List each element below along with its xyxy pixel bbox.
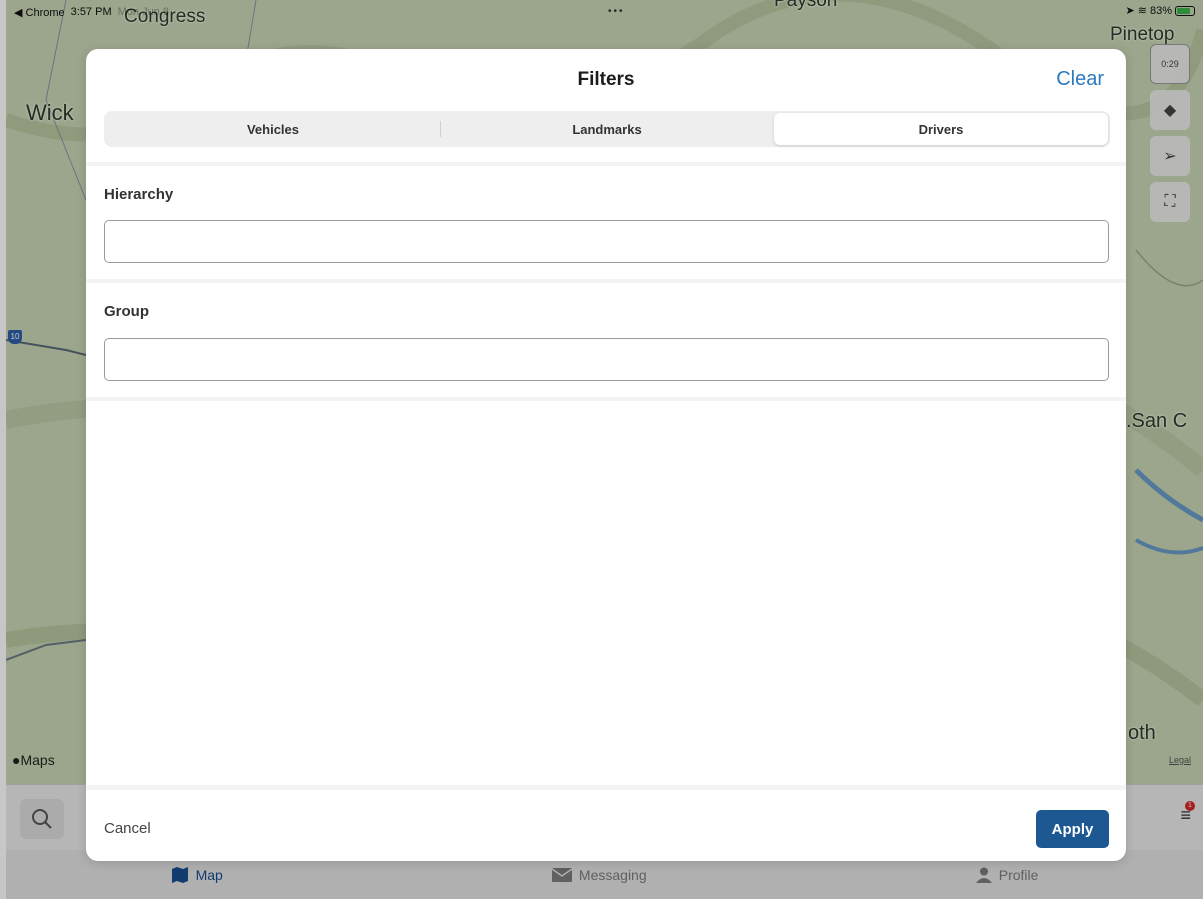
fields-bottom-divider — [86, 397, 1126, 401]
group-field[interactable] — [104, 338, 1109, 381]
hierarchy-field[interactable] — [104, 220, 1109, 263]
tab-drivers[interactable]: Drivers — [774, 113, 1108, 145]
modal-footer: Cancel Apply — [86, 785, 1126, 861]
group-section: Group — [86, 279, 1126, 401]
cancel-button[interactable]: Cancel — [104, 820, 151, 837]
clear-button[interactable]: Clear — [1056, 68, 1104, 91]
hierarchy-section: Hierarchy — [86, 162, 1126, 282]
hierarchy-label: Hierarchy — [104, 186, 174, 203]
modal-title: Filters — [577, 69, 635, 90]
tab-vehicles[interactable]: Vehicles — [106, 113, 440, 145]
group-label: Group — [104, 303, 149, 320]
tab-landmarks[interactable]: Landmarks — [440, 113, 774, 145]
apply-button[interactable]: Apply — [1036, 810, 1109, 848]
filters-modal: Filters Clear Vehicles Landmarks Drivers… — [86, 49, 1126, 861]
filter-type-segmented-control: Vehicles Landmarks Drivers — [104, 111, 1110, 147]
modal-header: Filters Clear — [86, 49, 1126, 111]
